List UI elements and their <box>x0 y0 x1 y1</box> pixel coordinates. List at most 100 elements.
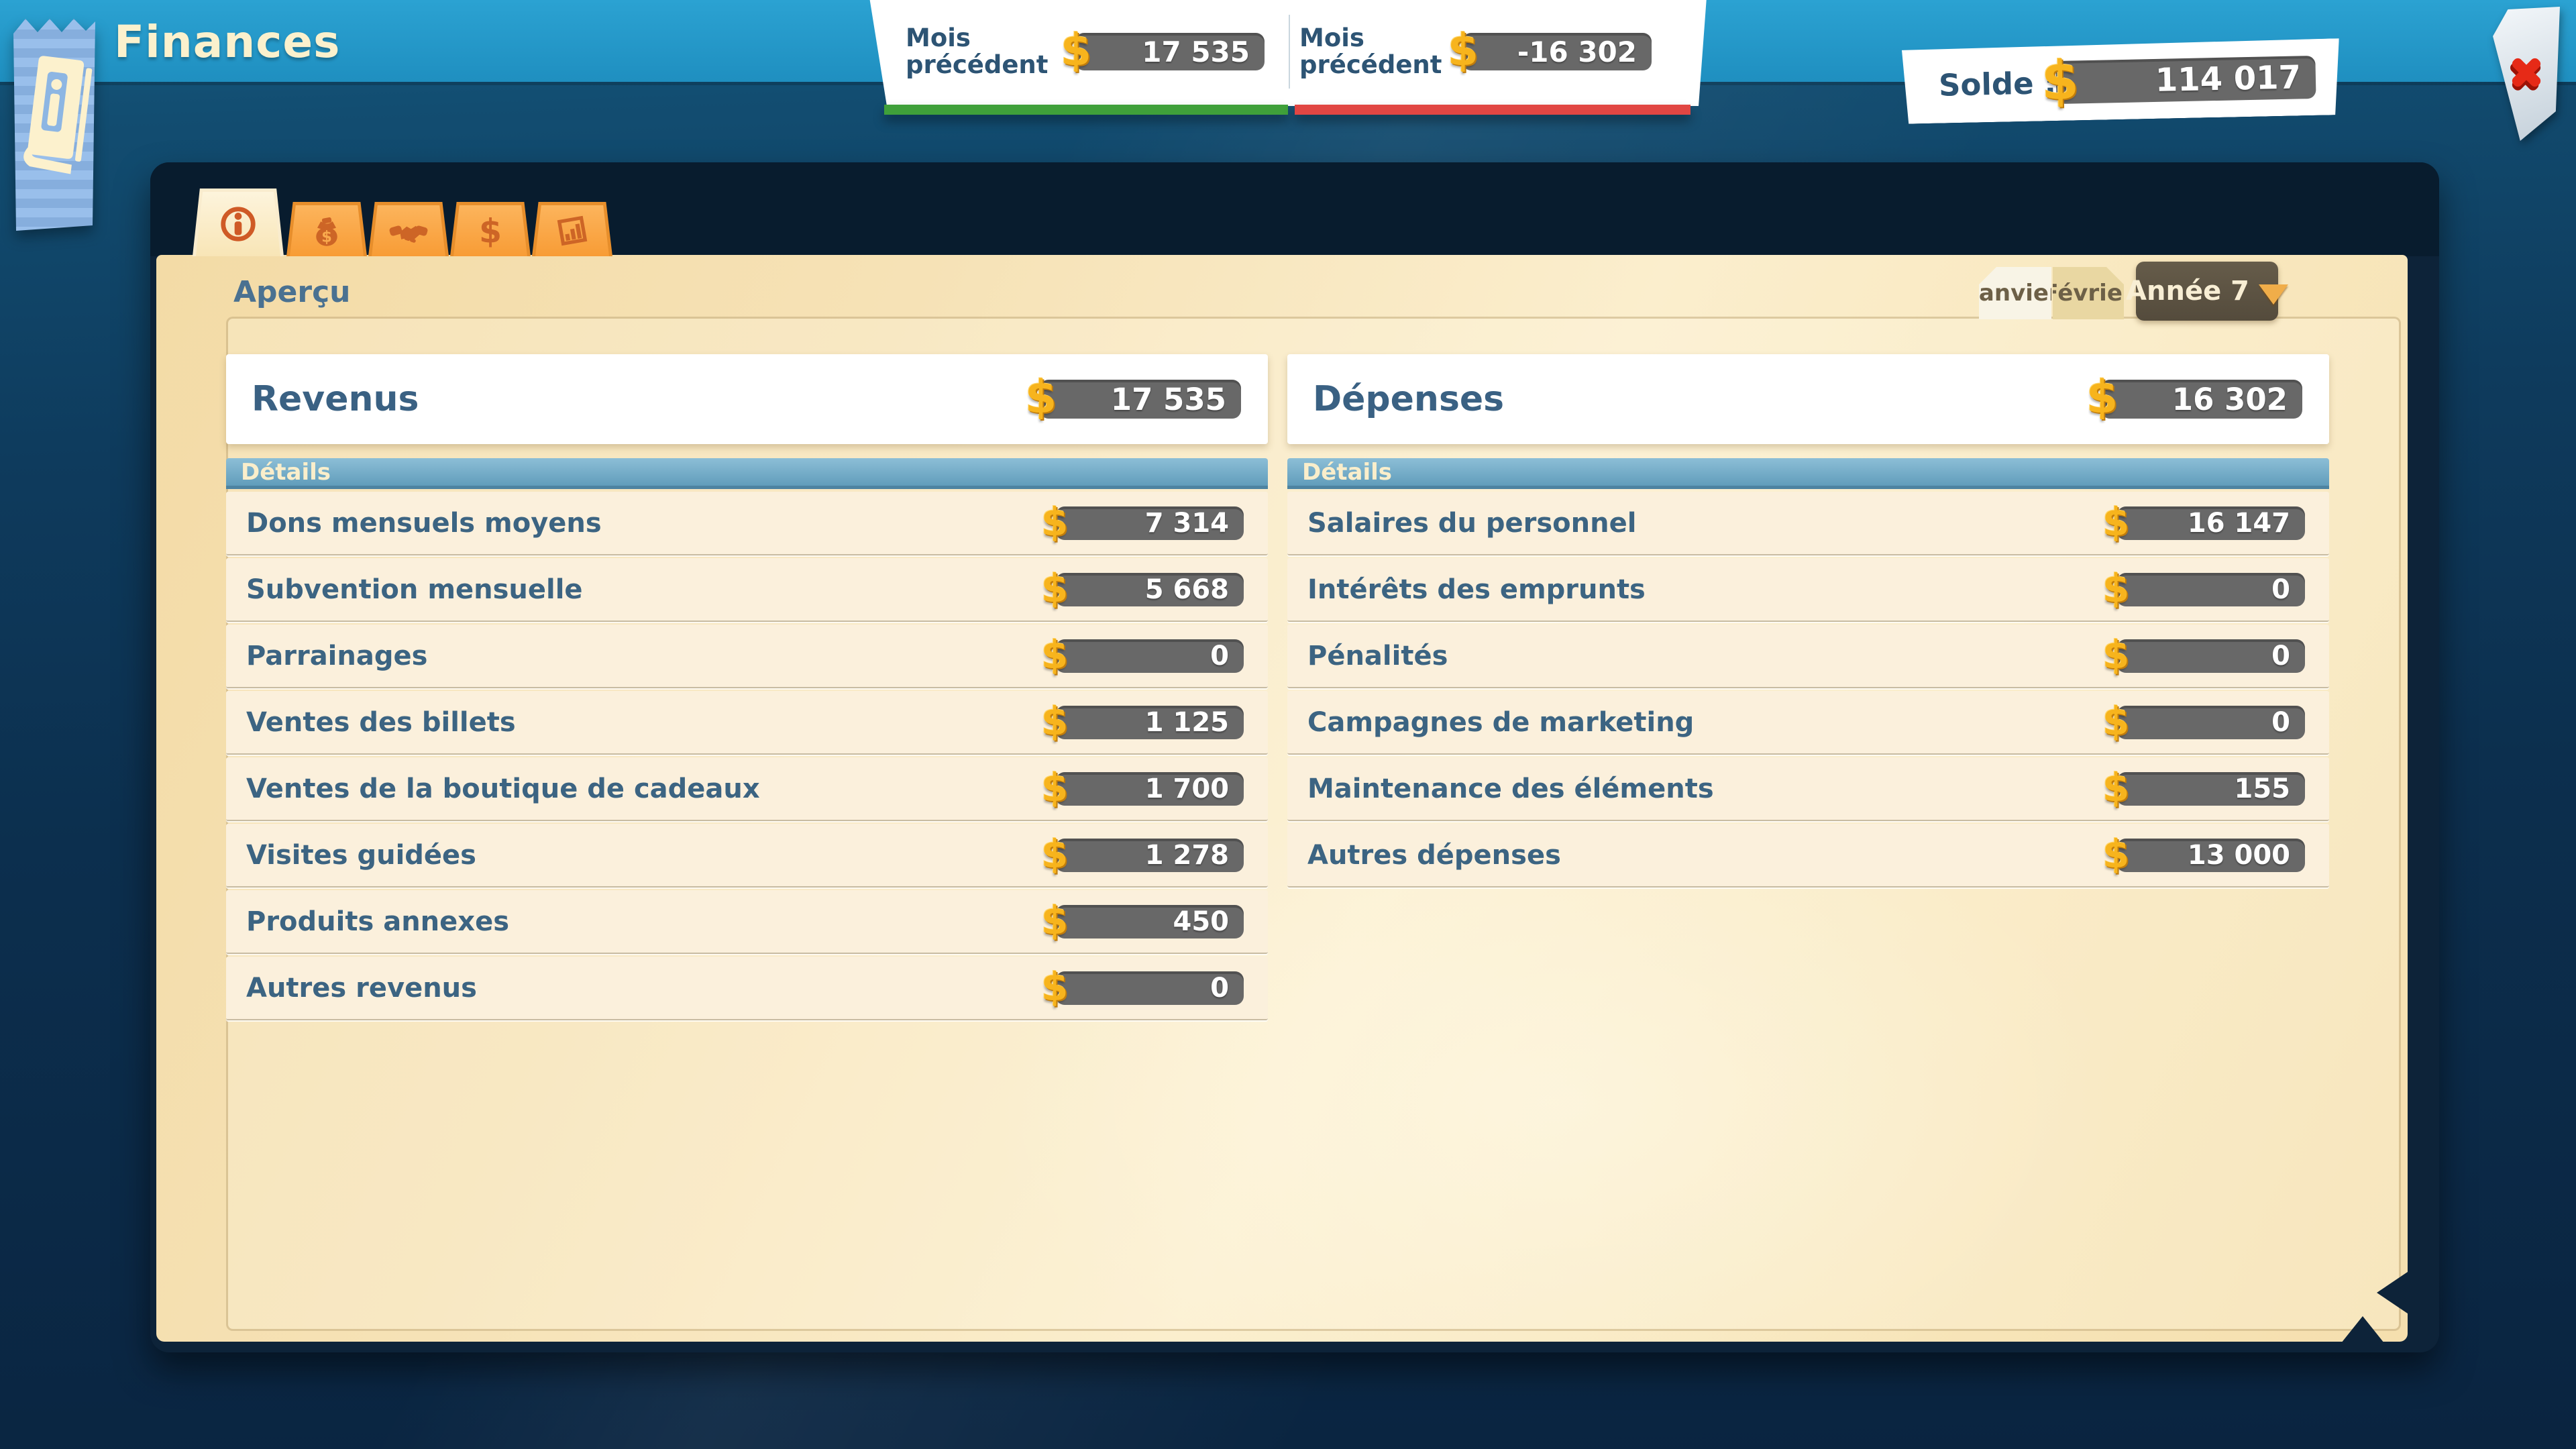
row-value: 7 314 <box>1145 508 1244 539</box>
row-value-pill: $0 <box>1056 971 1244 1005</box>
table-row: Intérêts des emprunts $0 <box>1287 558 2329 622</box>
month-tab-fevrier-label: Février <box>2043 280 2133 307</box>
expenses-details-label: Détails <box>1287 459 1392 486</box>
dollar-icon: $ <box>1041 963 1068 1009</box>
row-label: Ventes de la boutique de cadeaux <box>226 773 760 804</box>
table-row: Dons mensuels moyens $7 314 <box>226 492 1268 555</box>
handshake-icon <box>389 211 428 250</box>
table-row: Ventes des billets $1 125 <box>226 691 1268 755</box>
table-row: Campagnes de marketing $0 <box>1287 691 2329 755</box>
row-value-pill: $0 <box>2117 639 2305 673</box>
dollar-icon: $ <box>2102 631 2129 677</box>
section-title: Aperçu <box>233 275 351 309</box>
table-row: Autres dépenses $13 000 <box>1287 824 2329 888</box>
dollar-icon: $ <box>1041 498 1068 544</box>
row-value-pill: $5 668 <box>1056 573 1244 606</box>
row-value-pill: $0 <box>2117 706 2305 739</box>
row-value-pill: $1 278 <box>1056 839 1244 872</box>
revenues-details-header: Détails <box>226 458 1268 489</box>
table-row: Autres revenus $0 <box>226 957 1268 1020</box>
tab-dollar-sign[interactable]: $ <box>450 202 531 256</box>
row-label: Pénalités <box>1287 641 1448 672</box>
prev-month-expense-panel: Mois précédent $ -16 302 <box>1290 25 1707 78</box>
row-value: 0 <box>1210 973 1244 1004</box>
tab-money-bag[interactable]: $ <box>286 202 367 256</box>
expenses-total-pill: $ 16 302 <box>2101 380 2302 419</box>
row-value-pill: $1 125 <box>1056 706 1244 739</box>
row-label: Subvention mensuelle <box>226 574 583 605</box>
close-icon <box>2505 51 2548 94</box>
dollar-icon: $ <box>1448 24 1479 76</box>
dollar-icon: $ <box>1061 24 1091 76</box>
revenues-rows: Dons mensuels moyens $7 314 Subvention m… <box>226 492 1268 1020</box>
row-value: 0 <box>1210 641 1244 672</box>
row-label: Maintenance des éléments <box>1287 773 1714 804</box>
year-dropdown[interactable]: Année 7 <box>2136 262 2278 321</box>
row-label: Produits annexes <box>226 906 509 937</box>
expenses-details-header: Détails <box>1287 458 2329 489</box>
income-indicator-bar <box>884 105 1288 115</box>
expenses-total-value: 16 302 <box>2172 382 2302 417</box>
prev-month-income-panel: Mois précédent $ 17 535 <box>869 25 1289 78</box>
tab-handshake[interactable] <box>368 202 449 256</box>
table-row: Pénalités $0 <box>1287 625 2329 688</box>
prev-month-income-pill: $ 17 535 <box>1075 33 1265 70</box>
dollar-icon: $ <box>1041 698 1068 743</box>
dollar-sign-icon: $ <box>472 212 509 250</box>
row-label: Parrainages <box>226 641 427 672</box>
prev-month-income-value: 17 535 <box>1142 36 1265 68</box>
dollar-icon: $ <box>2086 371 2118 424</box>
expenses-header-card: Dépenses $ 16 302 <box>1287 354 2329 444</box>
prev-month-expense-pill: $ -16 302 <box>1462 33 1652 70</box>
tab-handshake-face <box>372 205 445 256</box>
table-row: Maintenance des éléments $155 <box>1287 757 2329 821</box>
revenues-header-card: Revenus $ 17 535 <box>226 354 1268 444</box>
dollar-icon: $ <box>2102 764 2129 810</box>
row-value-pill: $0 <box>1056 639 1244 673</box>
tab-money-bag-face: $ <box>290 205 364 256</box>
table-row: Produits annexes $450 <box>226 890 1268 954</box>
svg-text:$: $ <box>479 213 502 250</box>
tab-dollar-sign-face: $ <box>453 205 527 256</box>
month-tab-janvier[interactable]: Janvier <box>1979 267 2051 319</box>
row-value: 1 278 <box>1145 840 1244 871</box>
previous-month-banner: Mois précédent $ 17 535 Mois précédent $… <box>869 0 1707 106</box>
revenues-details-label: Détails <box>226 459 331 486</box>
tab-info-face <box>196 192 280 256</box>
dollar-icon: $ <box>1041 897 1068 943</box>
row-value-pill: $16 147 <box>2117 506 2305 540</box>
row-value: 0 <box>2271 574 2305 605</box>
bar-chart-icon <box>553 212 591 250</box>
expense-indicator-bar <box>1295 105 1690 115</box>
revenues-total-pill: $ 17 535 <box>1040 380 1241 419</box>
balance-value: 114 017 <box>2155 58 2316 99</box>
tab-bar-chart-face <box>535 205 609 256</box>
row-value-pill: $13 000 <box>2117 839 2305 872</box>
expenses-title: Dépenses <box>1287 379 1504 419</box>
close-button[interactable] <box>2491 7 2560 141</box>
dollar-icon: $ <box>1041 565 1068 610</box>
tab-bar-chart[interactable] <box>532 202 612 256</box>
month-tab-janvier-label: Janvier <box>1970 280 2059 307</box>
row-label: Intérêts des emprunts <box>1287 574 1646 605</box>
table-row: Parrainages $0 <box>226 625 1268 688</box>
table-row: Ventes de la boutique de cadeaux $1 700 <box>226 757 1268 821</box>
dollar-icon: $ <box>1041 764 1068 810</box>
row-value-pill: $7 314 <box>1056 506 1244 540</box>
page-title: Finances <box>114 16 340 68</box>
finances-ledger-icon <box>11 11 98 239</box>
balance-banner: Solde : $ 114 017 <box>1902 38 2341 124</box>
info-icon <box>217 203 259 245</box>
dollar-icon: $ <box>1041 631 1068 677</box>
dollar-icon: $ <box>1025 371 1057 424</box>
row-value: 0 <box>2271 707 2305 738</box>
dollar-icon: $ <box>1041 830 1068 876</box>
balance-pill: $ 114 017 <box>2056 56 2316 104</box>
row-value-pill: $155 <box>2117 772 2305 806</box>
row-label: Autres revenus <box>226 973 477 1004</box>
expenses-column: Dépenses $ 16 302 Détails Salaires du pe… <box>1287 354 2329 888</box>
expenses-rows: Salaires du personnel $16 147 Intérêts d… <box>1287 492 2329 888</box>
prev-month-expense-label: Mois précédent <box>1299 25 1454 78</box>
month-tab-fevrier[interactable]: Février <box>2053 267 2124 319</box>
tab-info[interactable] <box>193 189 284 256</box>
